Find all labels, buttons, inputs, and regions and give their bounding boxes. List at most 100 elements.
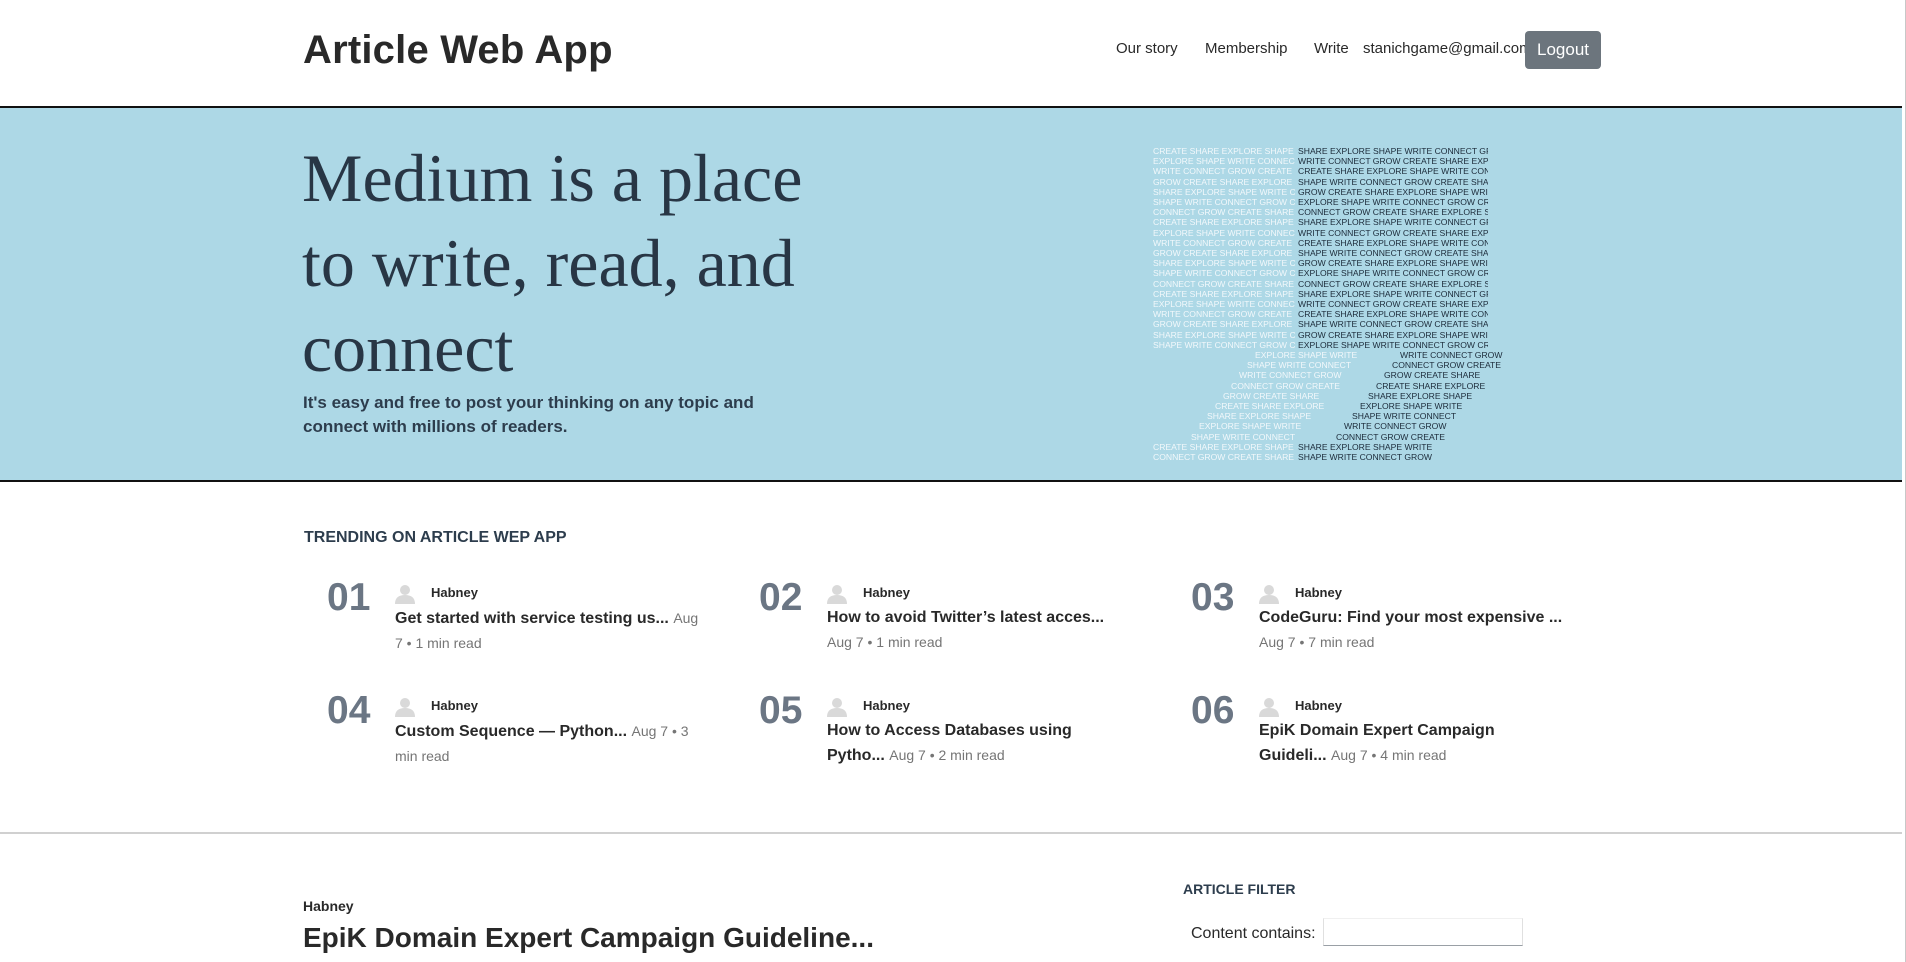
hero-art-text: EXPLORE SHAPE WRITE — [1255, 350, 1358, 360]
hero-art-text: SHARE EXPLORE SHAPE — [1207, 411, 1312, 422]
hero-art-text: EXPLORE SHAPE WRITE — [1360, 401, 1463, 411]
hero-title: Medium is a place to write, read, and co… — [302, 140, 803, 386]
trending-meta: Aug 7 • 4 min read — [1331, 747, 1447, 763]
hero-art-text: SHARE EXPLORE SHAPE WRITE CONNECT GROW — [1298, 217, 1488, 228]
logout-button[interactable]: Logout — [1525, 31, 1601, 69]
hero-art-text: EXPLORE SHAPE WRITE CONNECT GROW CREATE — [1298, 197, 1488, 207]
hero-art-text: CONNECT GROW CREATE — [1336, 431, 1446, 442]
hero-art-text: CONNECT GROW CREATE SHARE — [1153, 452, 1295, 462]
top-navbar: Article Web App Our story Membership Wri… — [0, 0, 1902, 108]
hero-art-text: WRITE CONNECT GROW — [1344, 421, 1447, 432]
trending-meta: Aug 7 • 7 min read — [1259, 634, 1375, 650]
trending-item[interactable]: 06 Habney EpiK Domain Expert Campaign Gu… — [1191, 689, 1611, 781]
hero-art-text: WRITE CONNECT GROW CREATE SHARE EXPLORE — [1298, 227, 1488, 238]
trending-number: 06 — [1191, 689, 1235, 732]
hero-art-text: WRITE CONNECT GROW CREATE SHARE EXPLORE … — [1153, 237, 1295, 248]
hero-art-text: SHAPE WRITE CONNECT — [1247, 360, 1352, 371]
hero-art-text: SHARE EXPLORE SHAPE WRITE CONNECT GROW C… — [1153, 329, 1295, 340]
trending-number: 03 — [1191, 576, 1235, 619]
hero-art-text: SHAPE WRITE CONNECT GROW CREATE SHARE — [1298, 248, 1488, 258]
hero-banner: Medium is a place to write, read, and co… — [0, 108, 1902, 482]
hero-art-text: CREATE SHARE EXPLORE SHAPE WRITE CONNECT — [1298, 309, 1488, 320]
hero-art-text: WRITE CONNECT GROW CREATE SHARE EXPLORE — [1298, 299, 1488, 309]
trending-number: 01 — [327, 576, 371, 619]
hero-art-text: EXPLORE SHAPE WRITE CONNECT GROW CREATE … — [1153, 227, 1295, 238]
hero-art-text: CREATE SHARE EXPLORE SHAPE WRITE CONNECT… — [1153, 146, 1295, 156]
trending-number: 02 — [759, 576, 803, 619]
avatar-placeholder-icon — [827, 584, 847, 604]
trending-author[interactable]: Habney — [431, 585, 478, 600]
hero-art-text: WRITE CONNECT GROW — [1400, 350, 1503, 360]
hero-art-text: CONNECT GROW CREATE SHARE EXPLORE SHAPE — [1298, 278, 1488, 289]
hero-art-text: SHARE EXPLORE SHAPE WRITE CONNECT GROW — [1298, 146, 1488, 156]
trending-title[interactable]: Get started with service testing us... — [395, 610, 669, 627]
hero-art-text: CREATE SHARE EXPLORE SHAPE — [1153, 441, 1294, 452]
trending-item[interactable]: 05 Habney How to Access Databases using … — [759, 689, 1179, 781]
hero-art-text: CONNECT GROW CREATE — [1392, 360, 1502, 371]
trending-author[interactable]: Habney — [431, 698, 478, 713]
hero-art-text: SHAPE WRITE CONNECT GROW CREATE SHARE — [1298, 319, 1488, 330]
hero-art-text: SHARE EXPLORE SHAPE WRITE CONNECT GROW C… — [1153, 258, 1295, 269]
hero-art-text: GROW CREATE SHARE EXPLORE SHAPE WRITE CO… — [1153, 176, 1295, 187]
brand-logo[interactable]: Article Web App — [303, 28, 613, 73]
hero-art-text: GROW CREATE SHARE — [1384, 370, 1481, 381]
hero-art-text: SHAPE WRITE CONNECT GROW CREATE SHARE EX… — [1153, 268, 1295, 279]
hero-art-text: GROW CREATE SHARE EXPLORE SHAPE WRITE — [1298, 258, 1488, 269]
hero-art-text: EXPLORE SHAPE WRITE — [1199, 421, 1302, 432]
filter-label: Content contains: — [1191, 925, 1316, 942]
hero-art-text: CONNECT GROW CREATE SHARE EXPLORE SHAPE … — [1153, 278, 1295, 289]
nav-membership[interactable]: Membership — [1205, 40, 1288, 57]
hero-art-text: SHARE EXPLORE SHAPE WRITE CONNECT GROW C… — [1153, 186, 1295, 197]
hero-art-text: EXPLORE SHAPE WRITE CONNECT GROW CREATE — [1298, 268, 1488, 279]
hero-art-text: EXPLORE SHAPE WRITE CONNECT GROW CREATE … — [1153, 156, 1295, 167]
user-email: stanichgame@gmail.com — [1363, 40, 1532, 57]
post-author[interactable]: Habney — [303, 898, 354, 914]
hero-art-text: GROW CREATE SHARE EXPLORE SHAPE WRITE — [1298, 186, 1488, 197]
trending-author[interactable]: Habney — [863, 585, 910, 600]
hero-art-text: GROW CREATE SHARE EXPLORE SHAPE WRITE — [1298, 329, 1488, 340]
trending-author[interactable]: Habney — [1295, 698, 1342, 713]
avatar-placeholder-icon — [395, 697, 415, 717]
hero-art-text: CONNECT GROW CREATE — [1231, 380, 1341, 391]
trending-item[interactable]: 01 Habney Get started with service testi… — [327, 576, 747, 668]
trending-meta: Aug 7 • 2 min read — [889, 747, 1005, 763]
trending-item[interactable]: 04 Habney Custom Sequence — Python... Au… — [327, 689, 747, 781]
trending-author[interactable]: Habney — [863, 698, 910, 713]
hero-art-text: SHAPE WRITE CONNECT GROW CREATE SHARE EX… — [1153, 197, 1295, 207]
hero-art-text: SHAPE WRITE CONNECT GROW — [1298, 452, 1433, 462]
hero-art-text: CONNECT GROW CREATE SHARE EXPLORE SHAPE — [1298, 207, 1488, 218]
trending-author[interactable]: Habney — [1295, 585, 1342, 600]
filter-heading: ARTICLE FILTER — [1183, 881, 1296, 897]
nav-our-story[interactable]: Our story — [1116, 40, 1178, 57]
avatar-placeholder-icon — [395, 584, 415, 604]
hero-art-text: CREATE SHARE EXPLORE SHAPE WRITE CONNECT — [1298, 237, 1488, 248]
hero-subtitle: It's easy and free to post your thinking… — [303, 393, 754, 436]
hero-art-text: SHAPE WRITE CONNECT GROW CREATE SHARE — [1298, 176, 1488, 187]
post-title[interactable]: EpiK Domain Expert Campaign Guideline... — [303, 922, 874, 954]
hero-art-text: SHAPE WRITE CONNECT — [1352, 411, 1457, 422]
hero-art-text: SHARE EXPLORE SHAPE WRITE — [1298, 441, 1433, 452]
content-filter-input[interactable] — [1323, 918, 1523, 946]
trending-meta: Aug 7 • 1 min read — [827, 634, 943, 650]
trending-title[interactable]: CodeGuru: Find your most expensive ... — [1259, 609, 1562, 626]
hero-art-text: CREATE SHARE EXPLORE SHAPE WRITE CONNECT — [1298, 166, 1488, 177]
avatar-placeholder-icon — [1259, 697, 1279, 717]
avatar-placeholder-icon — [827, 697, 847, 717]
trending-title[interactable]: Custom Sequence — Python... — [395, 723, 627, 740]
hero-art-text: GROW CREATE SHARE EXPLORE SHAPE WRITE CO… — [1153, 248, 1295, 258]
hero-art-text: WRITE CONNECT GROW — [1239, 370, 1342, 381]
trending-title[interactable]: How to avoid Twitter’s latest acces... — [827, 609, 1104, 626]
hero-art-text: SHAPE WRITE CONNECT — [1191, 431, 1296, 442]
trending-number: 04 — [327, 689, 371, 732]
hero-word-art: CREATE SHARE EXPLORE SHAPE WRITE CONNECT… — [1153, 146, 1503, 476]
hero-art-text: EXPLORE SHAPE WRITE CONNECT GROW CREATE … — [1153, 299, 1295, 309]
trending-item[interactable]: 02 Habney How to avoid Twitter’s latest … — [759, 576, 1179, 668]
avatar-placeholder-icon — [1259, 584, 1279, 604]
hero-art-text: WRITE CONNECT GROW CREATE SHARE EXPLORE — [1298, 156, 1488, 167]
hero-art-text: GROW CREATE SHARE EXPLORE SHAPE WRITE CO… — [1153, 319, 1295, 330]
nav-write[interactable]: Write — [1314, 40, 1349, 57]
hero-art-text: CONNECT GROW CREATE SHARE EXPLORE SHAPE … — [1153, 207, 1295, 218]
hero-art-text: CREATE SHARE EXPLORE — [1376, 380, 1486, 391]
section-divider — [0, 832, 1902, 834]
trending-item[interactable]: 03 Habney CodeGuru: Find your most expen… — [1191, 576, 1611, 668]
